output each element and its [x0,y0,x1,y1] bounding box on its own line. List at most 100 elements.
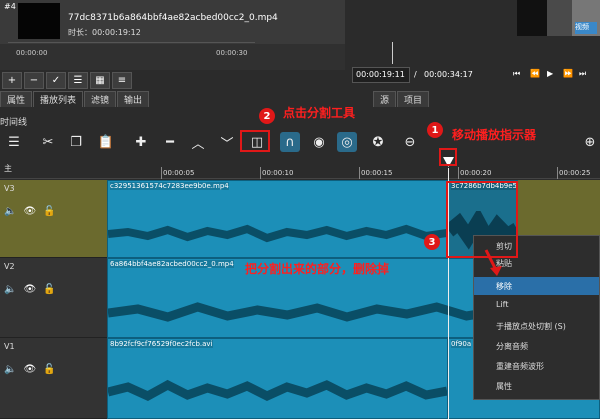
step-badge: 1 [427,122,443,138]
menu-item-rebuild-waveform[interactable]: 重建音频波形 [496,361,544,372]
clip-duration: 时长：00:00:19:12 [68,28,141,37]
player-tabs: 源 项目 [373,91,430,107]
track-name: V2 [4,262,15,271]
video-preview[interactable]: 视频 [517,0,600,36]
remove-icon[interactable]: ━ [160,132,180,152]
annotation-step3: 把分割出来的部分，删除掉 [245,262,390,276]
ruler-time: 00:00:10 [262,169,294,177]
menu-item-properties[interactable]: 属性 [496,381,512,392]
time-separator: / [414,70,417,79]
tab-project[interactable]: 项目 [397,91,430,107]
paste-icon[interactable]: 📋 [96,132,116,152]
speaker-icon[interactable]: 🔈 [4,364,16,375]
step-badge: 3 [424,234,440,250]
playlist-index: #4 [4,2,16,11]
lock-icon[interactable]: 🔓 [43,364,55,375]
annotation-box-clip [446,181,518,258]
check-icon[interactable]: ✓ [46,71,66,89]
ruler-time: 00:00:05 [163,169,195,177]
scrub-eye-icon[interactable]: ◉ [309,132,329,152]
video-overlay-text: 视频 [575,22,597,34]
lock-icon[interactable]: 🔓 [43,284,55,295]
lock-icon[interactable]: 🔓 [43,206,55,217]
copy-icon[interactable]: ❐ [66,132,86,152]
grid-icon[interactable]: ▦ [90,71,110,89]
playlist-row[interactable]: #4 77dc8371b6a864bbf4ae82acbed00cc2_0.mp… [0,0,345,44]
timeline-title: 时间线 [0,118,28,128]
append-icon[interactable]: ✚ [131,132,151,152]
details-icon[interactable]: ≡ [112,71,132,89]
tab-export[interactable]: 输出 [117,91,150,107]
ruler-time: 00:00:20 [460,169,492,177]
snap-magnet-icon[interactable]: ∩ [280,132,300,152]
track-name: V1 [4,342,15,351]
tab-properties[interactable]: 属性 [0,91,33,107]
annotation-arrow-icon [484,249,502,276]
clip-name: 77dc8371b6a864bbf4ae82acbed00cc2_0.mp4 [68,13,278,23]
menu-icon[interactable]: ☰ [4,132,24,152]
fast-forward-icon[interactable]: ⏩ [563,69,573,78]
zoom-in-icon[interactable]: ⊕ [580,132,600,152]
speaker-icon[interactable]: 🔈 [4,284,16,295]
annotation-box-split [240,130,270,152]
rewind-icon[interactable]: ⏪ [530,69,540,78]
scrub-start-label: 00:00:00 [16,49,48,57]
ruler-tick [161,167,162,179]
player-scrub-ruler[interactable]: 00:00:00 00:00:30 [8,42,255,62]
video-region [547,0,572,36]
ripple-icon[interactable]: ◎ [337,132,357,152]
track-header-v2[interactable]: V2 🔈 👁 🔓 [0,258,107,338]
timeline-clip[interactable]: 8b92fcf9cf76529f0ec2fcb.avi [107,338,448,419]
audio-waveform [108,379,447,402]
video-region [517,0,547,36]
eye-icon[interactable]: 👁 [23,206,36,217]
scrub-end-label: 00:00:30 [216,49,248,57]
skip-start-icon[interactable]: ⏮ [513,69,520,79]
menu-item-detach-audio[interactable]: 分离音频 [496,341,528,352]
ruler-tick [557,167,558,179]
timeline-clip[interactable]: c32951361574c7283ee9b0e.mp4 [107,180,448,258]
annotation-step1: 移动播放指示器 [452,128,537,142]
ruler-time: 00:00:15 [361,169,393,177]
track-header-v3[interactable]: V3 🔈 👁 🔓 [0,180,107,258]
lift-icon[interactable]: ︿ [188,132,208,152]
clip-title: 8b92fcf9cf76529f0ec2fcb.avi [110,340,213,348]
current-time-field[interactable]: 00:00:19:11 [352,67,410,83]
overwrite-icon[interactable]: ﹀ [217,132,237,152]
tab-playlist[interactable]: 播放列表 [33,91,84,107]
list-icon[interactable]: ☰ [68,71,88,89]
cut-icon[interactable]: ✂ [38,132,58,152]
zoom-out-icon[interactable]: ⊖ [400,132,420,152]
player-playhead[interactable] [392,42,393,64]
master-track-label: 主 [4,164,12,173]
ruler-tick [359,167,360,179]
clip-title: c32951361574c7283ee9b0e.mp4 [110,182,229,190]
timeline-ruler[interactable]: 主 00:00:05 00:00:10 00:00:15 00:00:20 00… [0,157,600,179]
ruler-time: 00:00:25 [559,169,591,177]
clip-title: 6a864bbf4ae82acbed00cc2_0.mp4 [110,260,234,268]
menu-item-lift[interactable]: Lift [496,300,509,309]
tab-source[interactable]: 源 [373,91,397,107]
minus-icon[interactable]: − [24,71,44,89]
play-icon[interactable]: ▶ [547,69,553,78]
ruler-tick [260,167,261,179]
annotation-box-playhead [439,148,457,166]
track-header-v1[interactable]: V1 🔈 👁 🔓 [0,338,107,419]
speaker-icon[interactable]: 🔈 [4,206,16,217]
plus-icon[interactable]: + [2,71,22,89]
eye-icon[interactable]: 👁 [23,364,36,375]
ripple-all-icon[interactable]: ✪ [368,132,388,152]
total-time: 00:00:34:17 [424,70,473,79]
audio-waveform [108,224,447,243]
clip-thumbnail [18,3,60,39]
eye-icon[interactable]: 👁 [23,284,36,295]
tab-filters[interactable]: 滤镜 [84,91,117,107]
menu-item-split-at-playhead[interactable]: 于播放点处切割 (S) [496,321,566,332]
annotation-step2: 点击分割工具 [283,106,356,120]
skip-end-icon[interactable]: ⏭ [579,69,586,79]
ruler-tick [458,167,459,179]
playlist-toolbar: + − ✓ ☰ ▦ ≡ [0,70,345,90]
player-time-row: 00:00:19:11 / 00:00:34:17 ⏮ ⏪ ▶ ⏩ ⏭ [350,66,600,84]
panel-tabs: 属性 播放列表 滤镜 输出 [0,91,150,108]
menu-item-remove[interactable]: 移除 [474,277,599,295]
